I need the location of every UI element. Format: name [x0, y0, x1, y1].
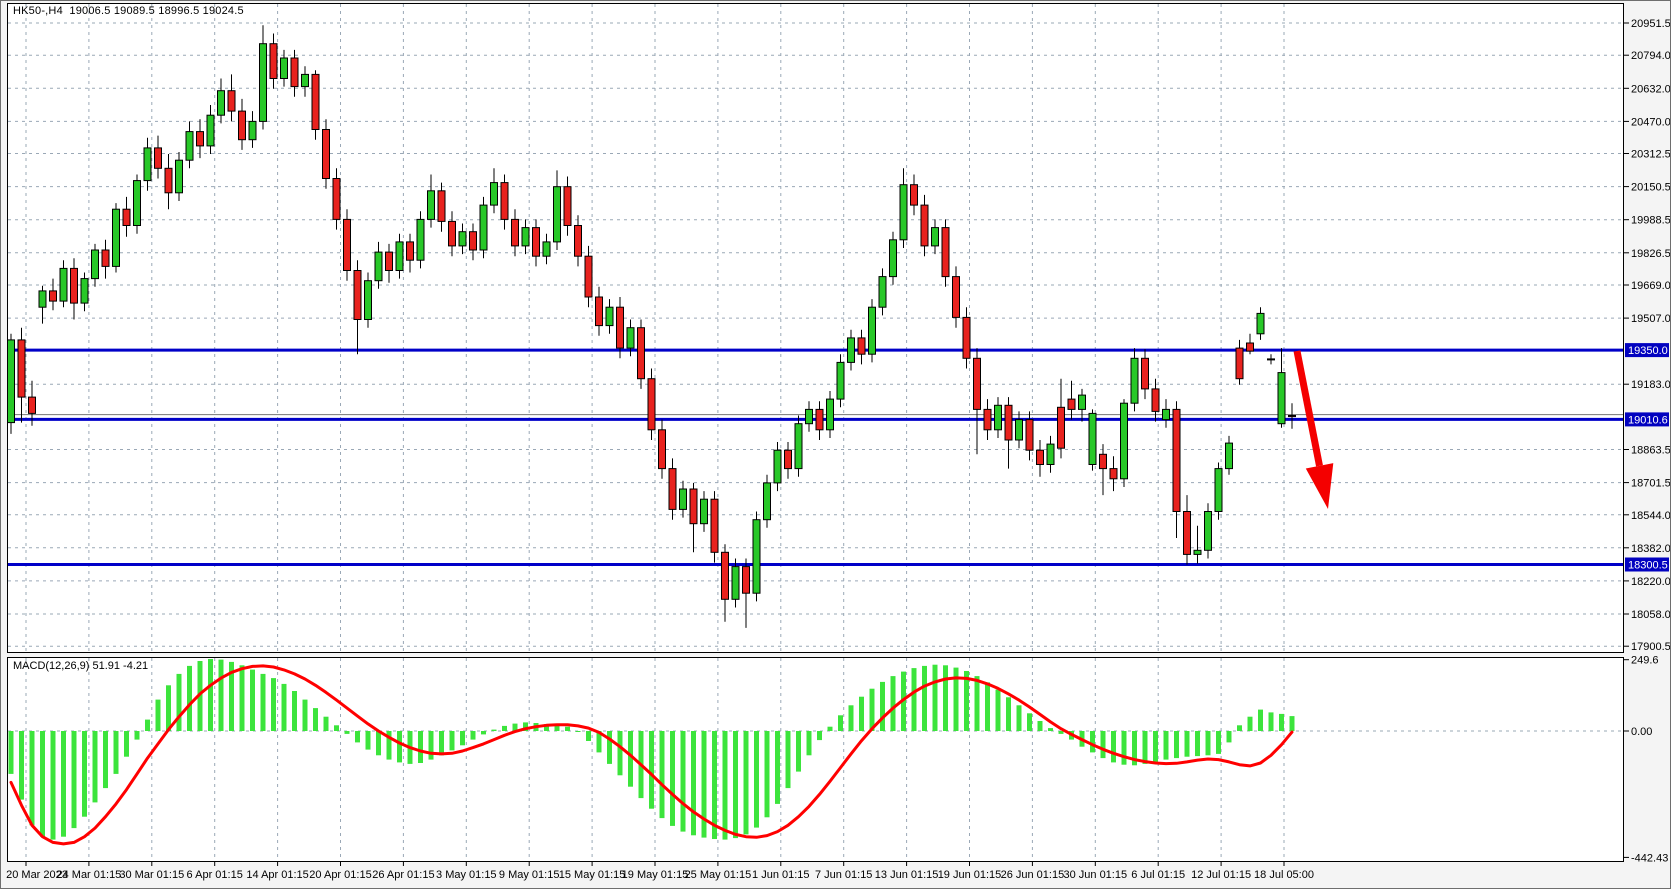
svg-text:12 Jul 01:15: 12 Jul 01:15: [1191, 869, 1251, 881]
svg-text:19010.6: 19010.6: [1628, 414, 1668, 426]
svg-text:18300.5: 18300.5: [1628, 560, 1668, 572]
svg-text:20 Apr 01:15: 20 Apr 01:15: [309, 869, 371, 881]
svg-text:18701.5: 18701.5: [1631, 478, 1671, 490]
svg-text:3 May 01:15: 3 May 01:15: [436, 869, 497, 881]
price-axis[interactable]: 20951.5 20794.0 20632.0 20470.0 20312.5 20150…: [1624, 18, 1671, 864]
svg-text:30 Jun 01:15: 30 Jun 01:15: [1063, 869, 1127, 881]
svg-text:20951.5: 20951.5: [1631, 18, 1671, 30]
svg-text:20794.0: 20794.0: [1631, 50, 1671, 62]
svg-text:0.00: 0.00: [1631, 726, 1652, 738]
svg-text:30 Mar 01:15: 30 Mar 01:15: [119, 869, 184, 881]
svg-text:15 May 01:15: 15 May 01:15: [559, 869, 626, 881]
svg-text:9 May 01:15: 9 May 01:15: [499, 869, 560, 881]
svg-text:26 Apr 01:15: 26 Apr 01:15: [372, 869, 434, 881]
svg-text:17900.5: 17900.5: [1631, 641, 1671, 653]
svg-text:249.6: 249.6: [1631, 655, 1659, 667]
svg-text:1 Jun 01:15: 1 Jun 01:15: [752, 869, 810, 881]
svg-text:18863.5: 18863.5: [1631, 445, 1671, 457]
svg-text:19 May 01:15: 19 May 01:15: [622, 869, 689, 881]
svg-text:18382.0: 18382.0: [1631, 543, 1671, 555]
chart-canvas[interactable]: 20951.5 20794.0 20632.0 20470.0 20312.5 20150…: [1, 1, 1671, 889]
main-plot-background: [7, 3, 1624, 653]
svg-text:13 Jun 01:15: 13 Jun 01:15: [875, 869, 939, 881]
macd-indicator-label: MACD(12,26,9) 51.91 -4.21: [13, 660, 148, 672]
svg-text:7 Jun 01:15: 7 Jun 01:15: [815, 869, 873, 881]
svg-text:19183.0: 19183.0: [1631, 379, 1671, 391]
mt4-chart-window: 20951.5 20794.0 20632.0 20470.0 20312.5 20150…: [0, 0, 1671, 889]
svg-text:18544.0: 18544.0: [1631, 510, 1671, 522]
svg-text:19507.0: 19507.0: [1631, 313, 1671, 325]
svg-text:19 Jun 01:15: 19 Jun 01:15: [938, 869, 1002, 881]
price-badge-19350.0: 19350.0: [1625, 343, 1669, 357]
price-badge-18300.5: 18300.5: [1625, 558, 1669, 572]
time-axis[interactable]: 20 Mar 202324 Mar 01:1530 Mar 01:156 Apr…: [6, 862, 1314, 881]
svg-text:14 Apr 01:15: 14 Apr 01:15: [246, 869, 308, 881]
svg-text:24 Mar 01:15: 24 Mar 01:15: [56, 869, 121, 881]
svg-text:18058.0: 18058.0: [1631, 609, 1671, 621]
svg-text:20150.5: 20150.5: [1631, 182, 1671, 194]
svg-text:19350.0: 19350.0: [1628, 345, 1668, 357]
svg-text:26 Jun 01:15: 26 Jun 01:15: [1001, 869, 1065, 881]
svg-text:-442.43: -442.43: [1631, 852, 1668, 864]
macd-plot-background: [7, 657, 1624, 862]
svg-text:19988.5: 19988.5: [1631, 215, 1671, 227]
svg-text:20632.0: 20632.0: [1631, 83, 1671, 95]
price-badge-19010.6: 19010.6: [1625, 412, 1669, 426]
svg-text:6 Jul 01:15: 6 Jul 01:15: [1131, 869, 1185, 881]
svg-text:20312.5: 20312.5: [1631, 149, 1671, 161]
svg-text:18 Jul 05:00: 18 Jul 05:00: [1254, 869, 1314, 881]
svg-text:19669.0: 19669.0: [1631, 280, 1671, 292]
svg-text:19826.5: 19826.5: [1631, 248, 1671, 260]
svg-text:20470.0: 20470.0: [1631, 116, 1671, 128]
chart-title-ohlc: HK50-,H4 19006.5 19089.5 18996.5 19024.5: [13, 5, 244, 17]
svg-text:18220.0: 18220.0: [1631, 576, 1671, 588]
svg-text:25 May 01:15: 25 May 01:15: [685, 869, 752, 881]
svg-text:6 Apr 01:15: 6 Apr 01:15: [187, 869, 243, 881]
